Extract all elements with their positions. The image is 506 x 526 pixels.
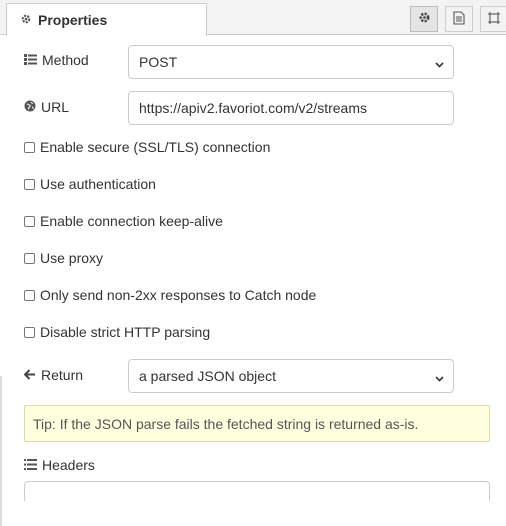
checkbox-label: Enable connection keep-alive — [40, 213, 223, 229]
description-tab-button[interactable] — [445, 6, 473, 32]
method-value: POST — [139, 54, 178, 70]
url-input[interactable]: https://apiv2.favoriot.com/v2/streams — [128, 91, 454, 125]
keep-alive-checkbox[interactable]: Enable connection keep-alive — [24, 213, 223, 229]
appearance-tab-button[interactable] — [480, 6, 506, 32]
tip-text: Tip: If the JSON parse fails the fetched… — [33, 415, 419, 432]
method-label-text: Method — [42, 52, 89, 68]
method-select[interactable]: POST — [128, 45, 454, 79]
headers-list[interactable] — [24, 481, 490, 501]
tab-properties[interactable]: Properties — [6, 3, 207, 36]
checkbox-label: Use proxy — [40, 250, 104, 266]
chevron-down-icon — [434, 371, 445, 387]
panel-edge — [0, 376, 2, 526]
document-icon — [453, 10, 465, 28]
chevron-down-icon — [434, 57, 445, 73]
headers-label-text: Headers — [42, 457, 95, 473]
checkbox-box[interactable] — [24, 178, 35, 190]
use-authentication-checkbox[interactable]: Use authentication — [24, 176, 156, 192]
url-label-text: URL — [41, 99, 70, 115]
properties-panel: Method POST URL https://apiv2.favoriot.c… — [0, 36, 506, 526]
checkbox-box[interactable] — [24, 215, 35, 227]
checkbox-label: Use authentication — [40, 176, 156, 192]
url-label: URL — [24, 99, 69, 115]
checkbox-label: Enable secure (SSL/TLS) connection — [40, 139, 271, 155]
headers-label: Headers — [24, 457, 95, 473]
gear-icon — [20, 12, 32, 28]
frame-icon — [487, 11, 501, 28]
tasks-icon — [24, 52, 42, 68]
editor-tabbar: Properties — [0, 0, 506, 36]
return-label-text: Return — [41, 367, 84, 383]
url-value: https://apiv2.favoriot.com/v2/streams — [139, 100, 367, 116]
return-select[interactable]: a parsed JSON object — [128, 359, 454, 393]
checkbox-box[interactable] — [24, 326, 35, 338]
settings-tab-button[interactable] — [410, 6, 438, 32]
checkbox-box[interactable] — [24, 289, 35, 301]
tip-box: Tip: If the JSON parse fails the fetched… — [24, 405, 490, 442]
tab-label: Properties — [38, 12, 108, 28]
globe-icon — [24, 99, 41, 115]
arrow-left-icon — [23, 367, 41, 383]
gear-icon — [418, 11, 431, 27]
checkbox-label: Disable strict HTTP parsing — [40, 324, 211, 340]
checkbox-box[interactable] — [24, 141, 35, 153]
return-value: a parsed JSON object — [139, 368, 276, 384]
checkbox-label: Only send non-2xx responses to Catch nod… — [40, 287, 317, 303]
non-2xx-catch-checkbox[interactable]: Only send non-2xx responses to Catch nod… — [24, 287, 316, 303]
use-proxy-checkbox[interactable]: Use proxy — [24, 250, 103, 266]
checkbox-box[interactable] — [24, 252, 35, 264]
return-label: Return — [23, 367, 84, 383]
list-icon — [24, 457, 42, 473]
strict-http-parsing-checkbox[interactable]: Disable strict HTTP parsing — [24, 324, 210, 340]
method-label: Method — [24, 52, 89, 68]
secure-connection-checkbox[interactable]: Enable secure (SSL/TLS) connection — [24, 139, 270, 155]
